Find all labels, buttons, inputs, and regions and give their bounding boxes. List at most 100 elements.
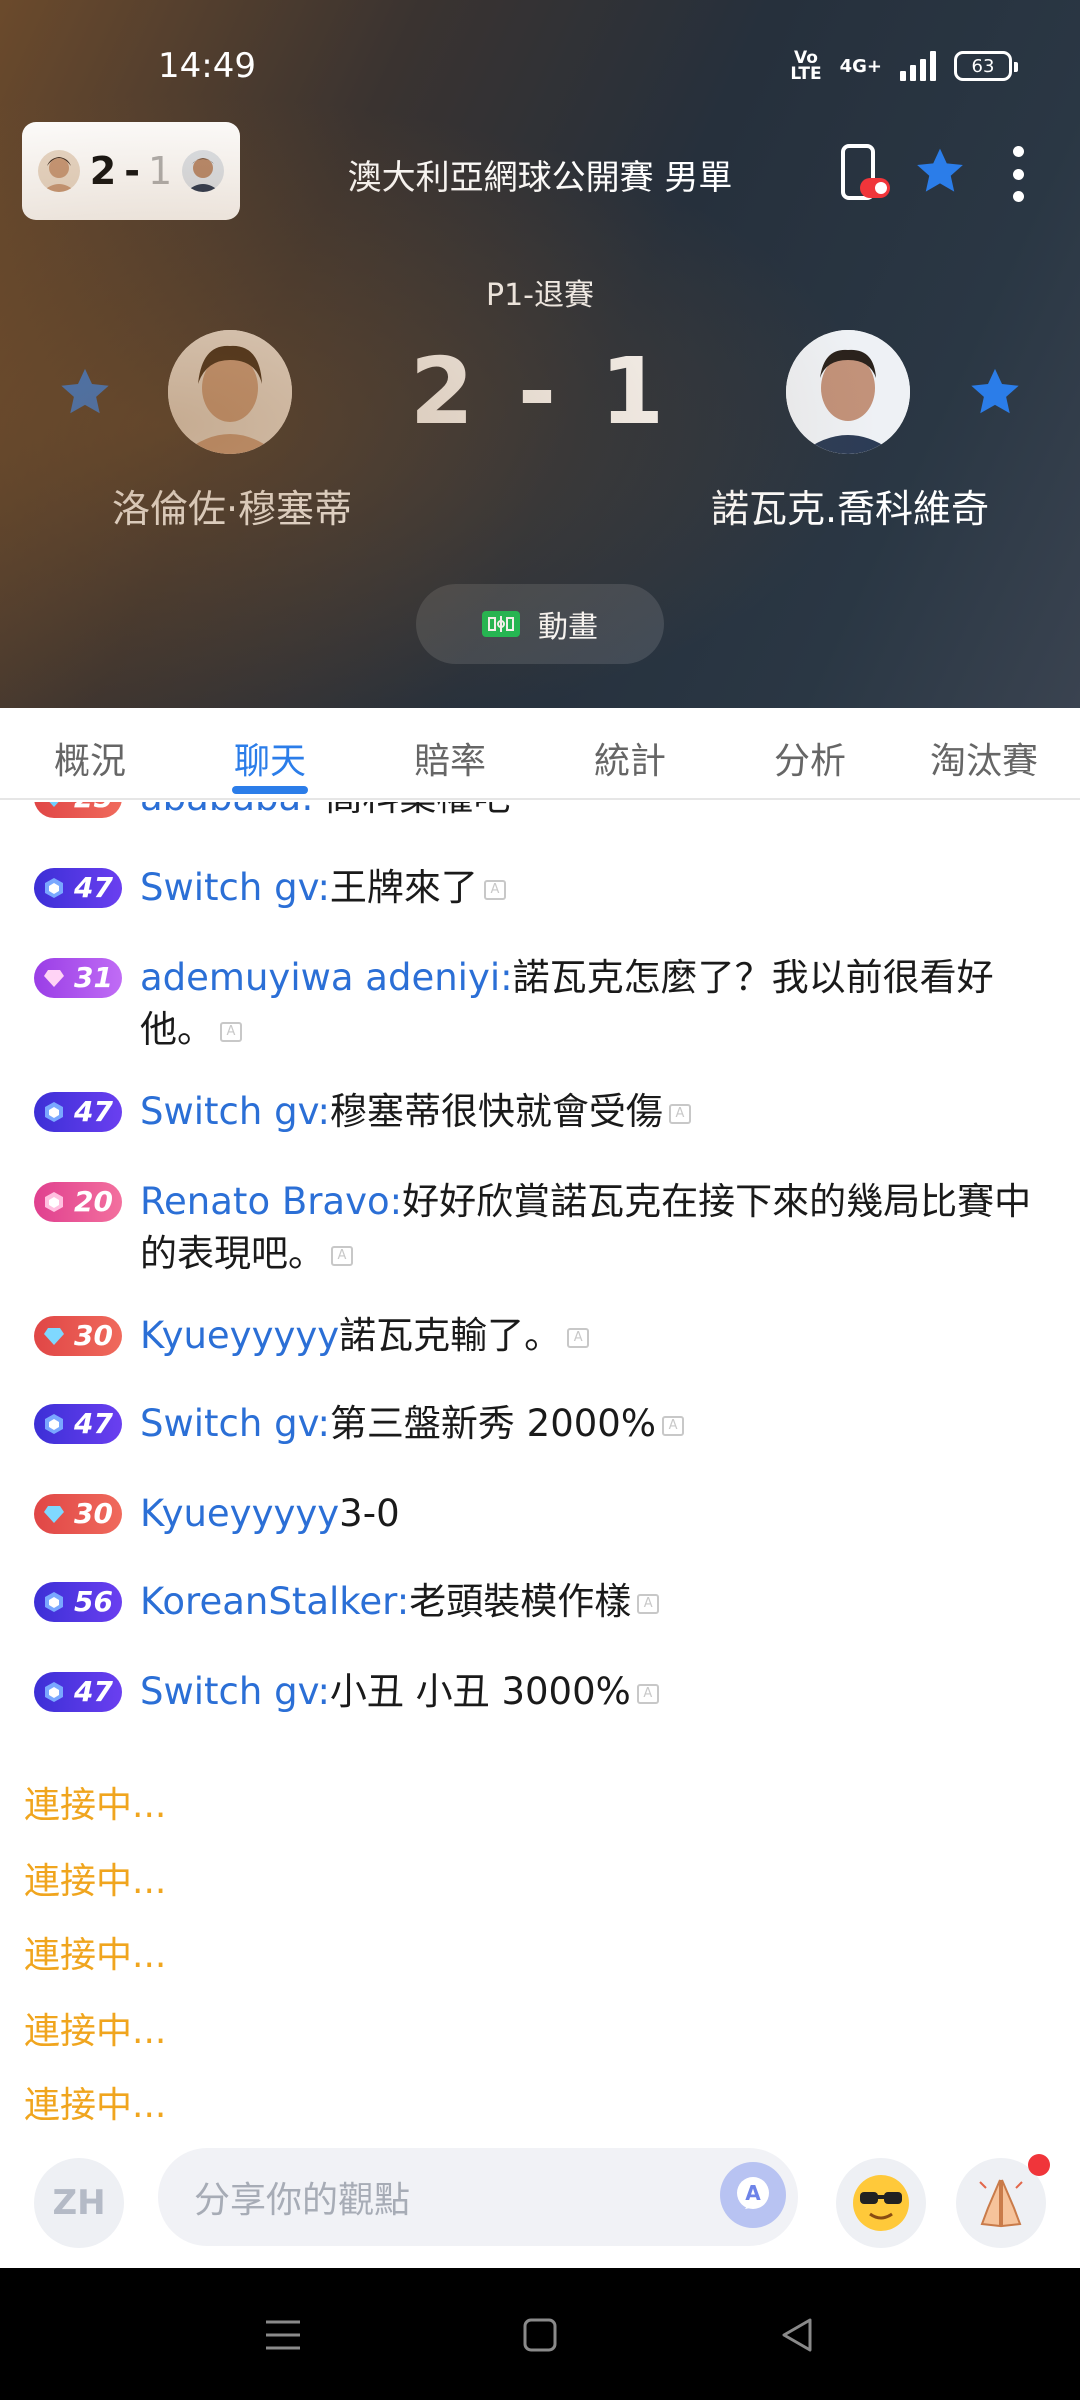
away-mini-avatar [181, 150, 224, 192]
chat-username[interactable]: Switch gv: [140, 1090, 330, 1133]
notification-toggle-icon[interactable] [838, 144, 890, 204]
chat-message[interactable]: 47 Switch gv:小丑 小丑 3000% A [34, 1666, 1034, 1718]
tab-bar: 概況 聊天 賠率 統計 分析 淘汰賽 [0, 708, 1080, 800]
tab-odds[interactable]: 賠率 [390, 732, 510, 784]
user-level: 30 [74, 1319, 113, 1352]
chat-text: 諾瓦克輸了。 [339, 1314, 562, 1357]
mini-scoreboard[interactable]: 2 - 1 [22, 122, 240, 220]
home-mini-avatar [38, 150, 80, 192]
notification-dot [1028, 2154, 1050, 2176]
translate-icon[interactable]: A [220, 1021, 242, 1042]
signal-icon [900, 51, 936, 81]
away-player-name[interactable]: 諾瓦克.喬科維奇 [670, 478, 1030, 533]
tab-stats[interactable]: 統計 [570, 732, 690, 784]
user-level: 25 [74, 802, 113, 824]
chat-input-placeholder: 分享你的觀點 [194, 2180, 411, 2221]
connecting-status: 連接中... [24, 2011, 167, 2052]
user-level: 30 [74, 1497, 113, 1530]
status-time: 14:49 [158, 46, 256, 86]
active-tab-indicator [232, 786, 308, 794]
language-button[interactable]: ZH [34, 2158, 124, 2248]
away-player-avatar[interactable] [786, 330, 910, 454]
translate-icon[interactable]: A [567, 1327, 590, 1348]
chat-username[interactable]: Switch gv: [140, 1670, 330, 1713]
mini-score-sep: - [124, 149, 141, 193]
chat-username[interactable]: KoreanStalker: [140, 1580, 409, 1623]
chat-username[interactable]: ademuyiwa adeniyi: [140, 956, 513, 999]
chat-text: 3-0 [339, 1492, 400, 1535]
tab-chat[interactable]: 聊天 [210, 732, 330, 784]
user-level-badge: 47 [34, 1404, 122, 1444]
user-level-badge: 56 [34, 1582, 122, 1622]
match-status: P1-退賽 [485, 278, 594, 313]
chat-message[interactable]: 47 Switch gv:王牌來了 A [34, 862, 1034, 914]
chat-message[interactable]: 47 Switch gv:穆塞蒂很快就會受傷 A [34, 1086, 1034, 1138]
chat-username[interactable]: Switch gv: [140, 1402, 330, 1445]
user-level: 20 [74, 1185, 113, 1218]
home-player-avatar[interactable] [168, 330, 292, 454]
chat-message-partial: 25 abababa: 高科棄權吧 [34, 802, 1034, 824]
home-icon[interactable] [515, 2310, 565, 2360]
back-icon[interactable] [772, 2310, 822, 2360]
chat-text: 老頭裝模作樣 [409, 1580, 632, 1623]
connecting-status: 連接中... [24, 1935, 167, 1976]
chat-username[interactable]: Kyueyyyyy [140, 1492, 339, 1535]
home-player-name[interactable]: 洛倫佐·穆塞蒂 [52, 478, 412, 533]
user-level-badge: 25 [34, 802, 122, 818]
connecting-status: 連接中... [24, 2085, 167, 2126]
more-menu-icon[interactable] [1006, 146, 1030, 202]
tab-analysis[interactable]: 分析 [750, 732, 870, 784]
translate-icon[interactable]: A [637, 1593, 660, 1614]
chat-message[interactable]: 30 Kyueyyyyy3-0 [34, 1488, 1034, 1540]
user-level-badge: 31 [34, 958, 122, 998]
translate-icon[interactable]: A [662, 1415, 685, 1436]
main-score: 2 - 1 [409, 338, 671, 445]
mini-away-score: 1 [148, 149, 173, 193]
menu-icon[interactable] [258, 2310, 308, 2360]
chat-text: 穆塞蒂很快就會受傷 [329, 1090, 663, 1133]
chat-message[interactable]: 31 ademuyiwa adeniyi:諾瓦克怎麼了？我以前很看好他。 A [34, 952, 1034, 1056]
chat-input-bar: ZH 分享你的觀點 A [0, 2142, 1080, 2268]
chat-message[interactable]: 20 Renato Bravo:好好欣賞諾瓦克在接下來的幾局比賽中的表現吧。 A [34, 1176, 1034, 1280]
tab-knockout[interactable]: 淘汰賽 [930, 732, 1080, 784]
translate-icon[interactable]: A [668, 1103, 691, 1124]
home-follow-star-icon[interactable] [56, 364, 114, 422]
favorite-star-icon[interactable] [912, 144, 968, 200]
chat-message[interactable]: 56 KoreanStalker:老頭裝模作樣 A [34, 1576, 1034, 1628]
away-follow-star-icon[interactable] [966, 364, 1024, 422]
translate-icon[interactable]: A [483, 879, 506, 900]
chat-list[interactable]: 25 abababa: 高科棄權吧 47 Switch gv:王牌來了A 31 … [0, 802, 1080, 2142]
chat-username[interactable]: abababa: [140, 802, 314, 819]
chat-text: 第三盤新秀 2000% [329, 1402, 657, 1445]
user-level-badge: 47 [34, 1672, 122, 1712]
chat-text: 高科棄權吧 [325, 802, 510, 819]
tab-overview[interactable]: 概況 [30, 732, 150, 784]
translate-icon[interactable]: A [636, 1683, 659, 1704]
user-level: 47 [74, 871, 113, 904]
chat-text: 小丑 小丑 3000% [329, 1670, 631, 1713]
translate-icon[interactable]: A [331, 1245, 353, 1266]
user-level: 56 [74, 1585, 113, 1618]
user-level: 47 [74, 1407, 113, 1440]
match-header: 14:49 Vo LTE 4G+ 63 2 - 1 澳大利亞網球公開賽 男單 P1… [0, 0, 1080, 708]
pray-hands-icon[interactable] [956, 2154, 1050, 2248]
system-nav-bar [0, 2268, 1080, 2400]
chat-username[interactable]: Switch gv: [140, 866, 330, 909]
chat-text: 王牌來了 [329, 866, 478, 909]
chat-username[interactable]: Kyueyyyyy [140, 1314, 339, 1357]
chat-message[interactable]: 47 Switch gv:第三盤新秀 2000% A [34, 1398, 1034, 1450]
chat-message[interactable]: 30 Kyueyyyyy諾瓦克輸了。 A [34, 1310, 1034, 1362]
user-level: 47 [74, 1675, 113, 1708]
volte-icon: Vo LTE [790, 48, 822, 84]
user-level-badge: 30 [34, 1316, 122, 1356]
chat-username[interactable]: Renato Bravo: [140, 1180, 402, 1223]
animation-button[interactable]: 動畫 [416, 584, 664, 664]
connecting-status: 連接中... [24, 1785, 167, 1826]
user-level-badge: 47 [34, 1092, 122, 1132]
translate-button-icon[interactable]: A [720, 2162, 786, 2228]
user-level: 31 [74, 961, 113, 994]
sunglasses-emoji-icon[interactable] [836, 2158, 926, 2248]
animation-icon [482, 611, 520, 637]
user-level-badge: 47 [34, 868, 122, 908]
chat-input[interactable]: 分享你的觀點 [158, 2148, 798, 2246]
